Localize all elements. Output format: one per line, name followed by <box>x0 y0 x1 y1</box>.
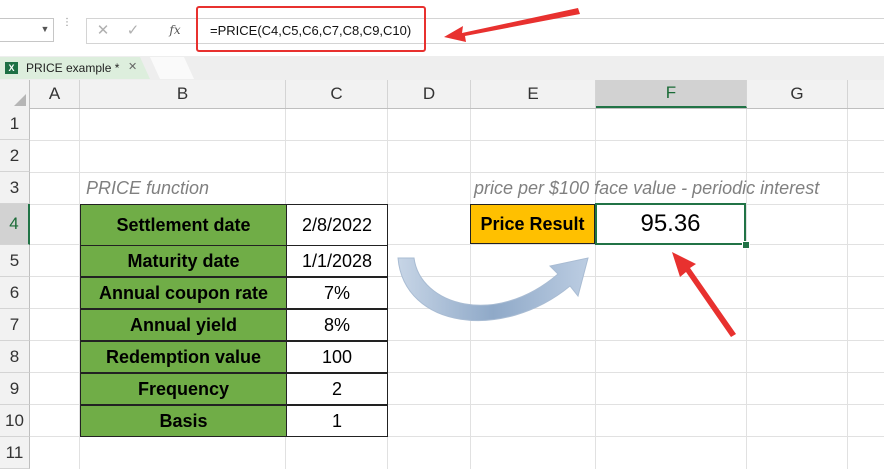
annotation-arrow-result <box>672 252 736 337</box>
annotation-arrows <box>444 8 736 337</box>
annotation-arrow-formula <box>444 8 580 42</box>
